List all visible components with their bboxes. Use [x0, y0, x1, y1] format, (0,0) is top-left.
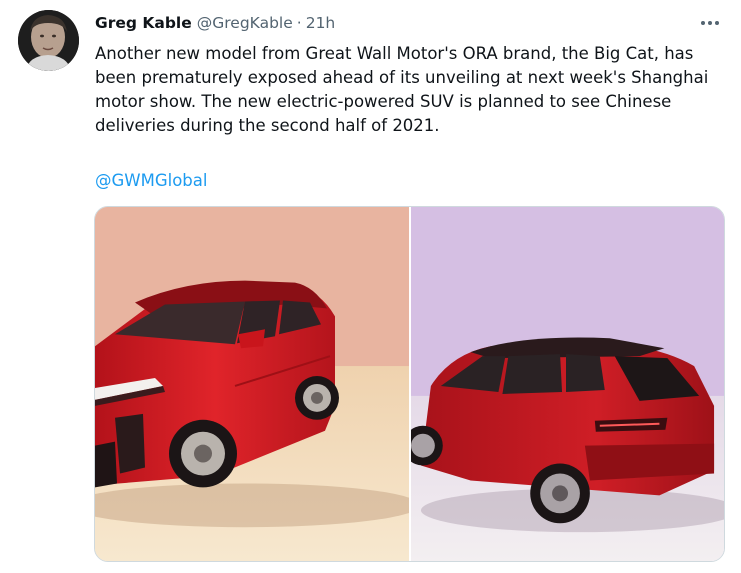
photo-front-view[interactable]	[95, 207, 411, 561]
avatar[interactable]	[18, 10, 79, 71]
separator-dot: ·	[296, 14, 302, 32]
author-name[interactable]: Greg Kable	[95, 12, 192, 34]
photo-rear-view[interactable]	[411, 207, 724, 561]
more-horizontal-icon	[701, 21, 719, 25]
author-handle[interactable]: @GregKable	[197, 12, 293, 34]
more-options-button[interactable]	[695, 10, 725, 36]
tweet-header: Greg Kable @GregKable · 21h	[95, 12, 335, 34]
tweet: Greg Kable @GregKable · 21h Another new …	[0, 0, 741, 573]
tweet-text: Another new model from Great Wall Motor'…	[95, 44, 709, 135]
media-grid	[94, 206, 725, 562]
car-rear-image	[411, 207, 724, 561]
avatar-image	[18, 10, 79, 71]
mention-link[interactable]: @GWMGlobal	[95, 169, 207, 193]
timestamp[interactable]: 21h	[306, 12, 336, 34]
car-front-image	[95, 207, 409, 561]
